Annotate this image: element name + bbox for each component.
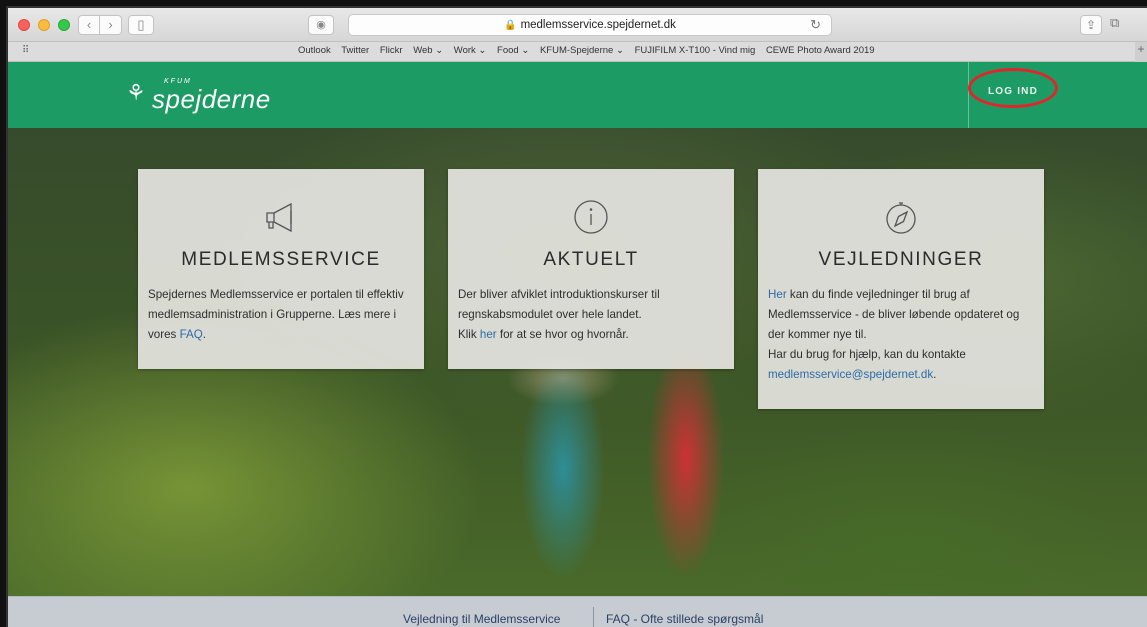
forward-button[interactable]: › — [100, 15, 122, 35]
chevron-left-icon: ‹ — [86, 17, 92, 32]
minimize-window-button[interactable] — [38, 19, 50, 31]
bookmark-work[interactable]: Work ⌄ — [454, 45, 487, 56]
card-text: Spejdernes Medlemsservice er portalen ti… — [148, 288, 404, 341]
card-text: Her kan du finde vejledninger til brug a… — [768, 288, 1020, 381]
card-title: MEDLEMSSERVICE — [181, 249, 381, 270]
reload-icon[interactable]: ↻ — [810, 15, 821, 35]
back-button[interactable]: ‹ — [78, 15, 100, 35]
card-text: Der bliver afviklet introduktionskurser … — [458, 288, 660, 341]
sidebar-toggle-button[interactable]: ▯ — [128, 15, 154, 35]
url-text: medlemsservice.spejdernet.dk — [520, 19, 676, 31]
footer-link-faq[interactable]: FAQ - Ofte stillede spørgsmål — [606, 612, 763, 626]
lock-icon: 🔒 — [504, 20, 517, 31]
card-medlemsservice: MEDLEMSSERVICE Spejdernes Medlemsservice… — [138, 169, 424, 369]
close-window-button[interactable] — [18, 19, 30, 31]
compass-icon — [886, 202, 916, 234]
card-vejledninger: VEJLEDNINGER Her kan du finde vejledning… — [758, 169, 1044, 409]
bookmark-web[interactable]: Web ⌄ — [413, 45, 443, 56]
footer-divider — [593, 607, 594, 627]
bookmarks-bar: ⠿ Outlook Twitter Flickr Web ⌄ Work ⌄ Fo… — [8, 42, 1147, 62]
bookmark-kfum-spejderne[interactable]: KFUM-Spejderne ⌄ — [540, 45, 624, 56]
card-title: VEJLEDNINGER — [818, 249, 984, 270]
grid-icon[interactable]: ⠿ — [22, 45, 29, 56]
her-link[interactable]: her — [480, 328, 497, 341]
zoom-window-button[interactable] — [58, 19, 70, 31]
bookmark-food[interactable]: Food ⌄ — [497, 45, 529, 56]
tabs-icon: ⧉ — [1110, 15, 1120, 30]
card-title: AKTUELT — [543, 249, 639, 270]
share-icon: ⇪ — [1085, 18, 1097, 32]
plus-icon[interactable]: + — [1135, 42, 1147, 62]
logo-wordmark: spejderne — [152, 84, 271, 114]
bookmark-cewe[interactable]: CEWE Photo Award 2019 — [766, 45, 875, 56]
privacy-button[interactable]: ◉ — [308, 15, 334, 35]
bookmark-outlook[interactable]: Outlook — [298, 45, 331, 56]
shield-icon: ◉ — [316, 19, 326, 31]
bookmark-flickr[interactable]: Flickr — [380, 45, 403, 56]
address-bar[interactable]: 🔒 medlemsservice.spejdernet.dk ↻ — [348, 14, 832, 36]
bookmark-fujifilm[interactable]: FUJIFILM X-T100 - Vind mig — [635, 45, 756, 56]
faq-link[interactable]: FAQ — [180, 328, 203, 341]
her-vejledninger-link[interactable]: Her — [768, 288, 787, 301]
red-highlight-circle — [968, 68, 1058, 108]
browser-toolbar: ‹ › ▯ ◉ 🔒 medlemsservice.spejdernet.dk ↻ … — [8, 8, 1147, 42]
footer-link-vejledning[interactable]: Vejledning til Medlemsservice — [403, 612, 560, 626]
card-aktuelt: AKTUELT Der bliver afviklet introduktion… — [448, 169, 734, 369]
bookmark-list: Outlook Twitter Flickr Web ⌄ Work ⌄ Food… — [298, 45, 883, 56]
show-tabs-button[interactable]: ⧉ — [1110, 15, 1119, 31]
info-icon — [574, 200, 608, 234]
megaphone-icon — [266, 202, 292, 233]
antler-logo-icon: ⚘ — [126, 80, 146, 105]
email-link[interactable]: medlemsservice@spejdernet.dk — [768, 368, 933, 381]
site-footer: Vejledning til Medlemsservice FAQ - Ofte… — [8, 596, 1147, 627]
share-button[interactable]: ⇪ — [1080, 15, 1102, 35]
sidebar-icon: ▯ — [137, 17, 145, 32]
bookmark-twitter[interactable]: Twitter — [341, 45, 369, 56]
header-divider — [968, 62, 969, 128]
browser-window: ‹ › ▯ ◉ 🔒 medlemsservice.spejdernet.dk ↻ … — [6, 6, 1147, 627]
chevron-right-icon: › — [108, 17, 113, 32]
